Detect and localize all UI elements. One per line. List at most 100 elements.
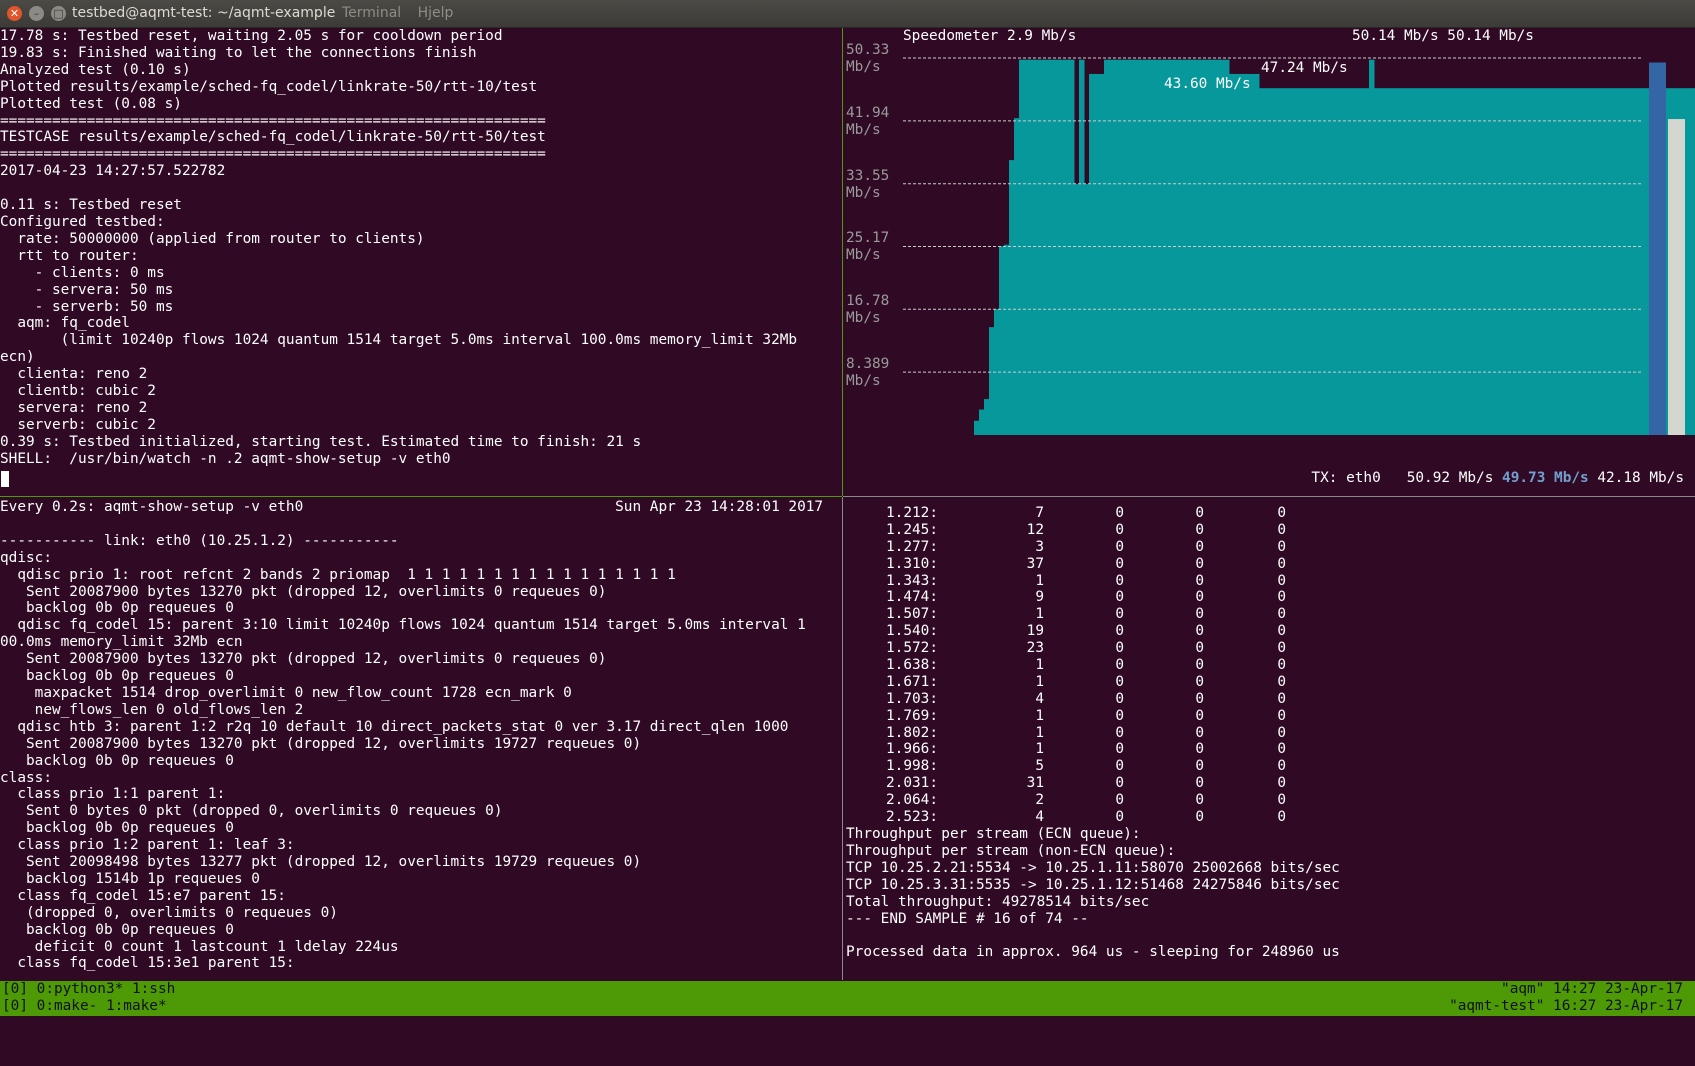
throughput-sample bbox=[1319, 88, 1325, 436]
throughput-sample bbox=[1179, 59, 1185, 435]
minimize-window-button[interactable]: – bbox=[29, 6, 44, 21]
pane-test-log[interactable]: 17.78 s: Testbed reset, waiting 2.05 s f… bbox=[0, 28, 842, 494]
table-row: 2.064: 2 0 0 0 bbox=[846, 792, 1286, 809]
table-cell: 1 bbox=[1035, 673, 1044, 690]
table-cell: 0 bbox=[1277, 538, 1286, 555]
table-cell: 1.998: bbox=[886, 758, 938, 775]
throughput-sample bbox=[1234, 73, 1240, 435]
throughput-sample bbox=[1474, 88, 1480, 436]
log-line: ========================================… bbox=[0, 112, 546, 129]
throughput-sample bbox=[1614, 88, 1620, 436]
table-cell: 0 bbox=[1115, 673, 1124, 690]
throughput-sample bbox=[1429, 88, 1435, 436]
throughput-sample bbox=[1569, 88, 1575, 436]
throughput-sample bbox=[1354, 88, 1360, 436]
y-tick-value: 16.78 bbox=[846, 293, 890, 310]
throughput-sample bbox=[1189, 59, 1195, 435]
pane-divider-vertical-top[interactable] bbox=[842, 28, 843, 496]
pane-divider-vertical-bottom[interactable] bbox=[842, 497, 843, 980]
setup-line: ----------- link: eth0 (10.25.1.2) -----… bbox=[0, 532, 399, 549]
throughput-sample bbox=[1219, 59, 1225, 435]
throughput-sample bbox=[1124, 59, 1130, 435]
log-line: ========================================… bbox=[0, 146, 546, 163]
throughput-sample bbox=[1059, 59, 1065, 435]
maximize-window-button[interactable]: □ bbox=[51, 6, 66, 21]
table-cell: 0 bbox=[1195, 538, 1204, 555]
table-cell: 0 bbox=[1195, 521, 1204, 538]
log-line: - serverb: 50 ms bbox=[0, 298, 174, 315]
y-tick-label: 50.33 Mb/s bbox=[846, 42, 889, 76]
throughput-sample bbox=[1194, 59, 1200, 435]
table-cell: 0 bbox=[1277, 741, 1286, 758]
throughput-sample bbox=[1484, 88, 1490, 436]
throughput-sample bbox=[1069, 59, 1075, 435]
speedometer-annotation-1: 47.24 Mb/s bbox=[1261, 60, 1348, 76]
throughput-sample bbox=[984, 399, 990, 435]
throughput-sample bbox=[1689, 88, 1695, 436]
delay-histogram-table: 1.212: 7 0 0 0 1.245: 12 0 0 0 1.277: 3 0 0 0 1.310: 37 0… bbox=[846, 505, 1286, 826]
table-cell: 0 bbox=[1115, 521, 1124, 538]
throughput-sample bbox=[1349, 88, 1355, 436]
table-cell: 0 bbox=[1277, 623, 1286, 640]
y-tick-unit: Mb/s bbox=[846, 310, 881, 327]
table-cell: 0 bbox=[1115, 741, 1124, 758]
throughput-sample bbox=[1019, 59, 1025, 435]
secondary-throughput-bar bbox=[1668, 119, 1685, 435]
tmux-host-clock-2: "aqmt-test" 16:27 23-Apr-17 bbox=[1449, 997, 1683, 1014]
menu-help[interactable]: Hjelp bbox=[418, 5, 454, 21]
table-cell: 7 bbox=[1035, 505, 1044, 521]
close-window-button[interactable]: ✕ bbox=[7, 6, 22, 21]
throughput-sample bbox=[1304, 88, 1310, 436]
pane-divider-horizontal-left[interactable] bbox=[0, 496, 842, 497]
setup-line: backlog 0b 0p requeues 0 bbox=[0, 820, 234, 837]
throughput-sample bbox=[1434, 88, 1440, 436]
throughput-sample bbox=[1269, 88, 1275, 436]
table-cell: 9 bbox=[1035, 589, 1044, 606]
throughput-sample bbox=[1454, 88, 1460, 436]
table-cell: 0 bbox=[1115, 623, 1124, 640]
y-tick-unit: Mb/s bbox=[846, 184, 881, 201]
pane-divider-horizontal-right[interactable] bbox=[843, 496, 1695, 497]
throughput-sample bbox=[1109, 59, 1115, 435]
throughput-line: Throughput per stream (ECN queue): bbox=[846, 826, 1141, 842]
y-tick-value: 33.55 bbox=[846, 167, 890, 184]
tx-status-line: TX: eth0 50.92 Mb/s 49.73 Mb/s 42.18 Mb/… bbox=[1311, 470, 1684, 487]
table-cell: 12 bbox=[1026, 521, 1044, 538]
throughput-sample bbox=[1544, 88, 1550, 436]
pane-watch-setup[interactable]: Every 0.2s: aqmt-show-setup -v eth0 Sun … bbox=[0, 499, 842, 979]
log-line: 19.83 s: Finished waiting to let the con… bbox=[0, 44, 477, 61]
setup-line: Sent 0 bytes 0 pkt (dropped 0, overlimit… bbox=[0, 803, 503, 820]
tmux-window-list-1[interactable]: [0] 0:python3* 1:ssh bbox=[2, 981, 175, 998]
menu-bar: Terminal Hjelp bbox=[342, 5, 465, 21]
table-cell: 0 bbox=[1115, 555, 1124, 572]
tmux-window-list-2[interactable]: [0] 0:make- 1:make* bbox=[2, 998, 167, 1015]
table-cell: 0 bbox=[1195, 657, 1204, 674]
setup-line: qdisc htb 3: parent 1:2 r2q 10 default 1… bbox=[0, 718, 789, 735]
menu-terminal[interactable]: Terminal bbox=[342, 5, 401, 21]
tmux-status-bar: [0] 0:python3* 1:ssh "aqm" 14:27 23-Apr-… bbox=[0, 981, 1695, 1016]
y-tick-value: 50.33 bbox=[846, 42, 890, 58]
pane-queue-stats[interactable]: 1.212: 7 0 0 0 1.245: 12 0 0 0 1.277: 3 0 0 0 1.310: 37 0… bbox=[846, 499, 1695, 979]
log-line: TESTCASE results/example/sched-fq_codel/… bbox=[0, 129, 546, 146]
table-cell: 0 bbox=[1277, 758, 1286, 775]
setup-line: Sent 20087900 bytes 13270 pkt (dropped 1… bbox=[0, 651, 607, 668]
tmux-host-clock-1: "aqm" 14:27 23-Apr-17 bbox=[1501, 981, 1683, 997]
table-cell: 3 bbox=[1035, 538, 1044, 555]
table-row: 2.031: 31 0 0 0 bbox=[846, 775, 1286, 792]
setup-line: qdisc fq_codel 15: parent 3:10 limit 102… bbox=[0, 617, 806, 634]
throughput-sample bbox=[1169, 59, 1175, 435]
table-row: 1.507: 1 0 0 0 bbox=[846, 606, 1286, 623]
table-cell: 5 bbox=[1035, 758, 1044, 775]
table-cell: 0 bbox=[1115, 640, 1124, 657]
pane-speedometer[interactable]: 50.33 Mb/s 41.94 Mb/s 33.55 Mb/s 25.17 Mb/s 16.7… bbox=[846, 28, 1695, 496]
table-cell: 0 bbox=[1195, 724, 1204, 741]
table-cell: 0 bbox=[1195, 623, 1204, 640]
table-row: 1.802: 1 0 0 0 bbox=[846, 725, 1286, 742]
throughput-sample bbox=[1529, 88, 1535, 436]
log-line: serverb: cubic 2 bbox=[0, 416, 156, 433]
throughput-sample bbox=[1639, 88, 1645, 436]
throughput-sample bbox=[1609, 88, 1615, 436]
throughput-sample bbox=[1139, 59, 1145, 435]
log-line: ecn) bbox=[0, 349, 35, 366]
throughput-sample bbox=[1334, 88, 1340, 436]
